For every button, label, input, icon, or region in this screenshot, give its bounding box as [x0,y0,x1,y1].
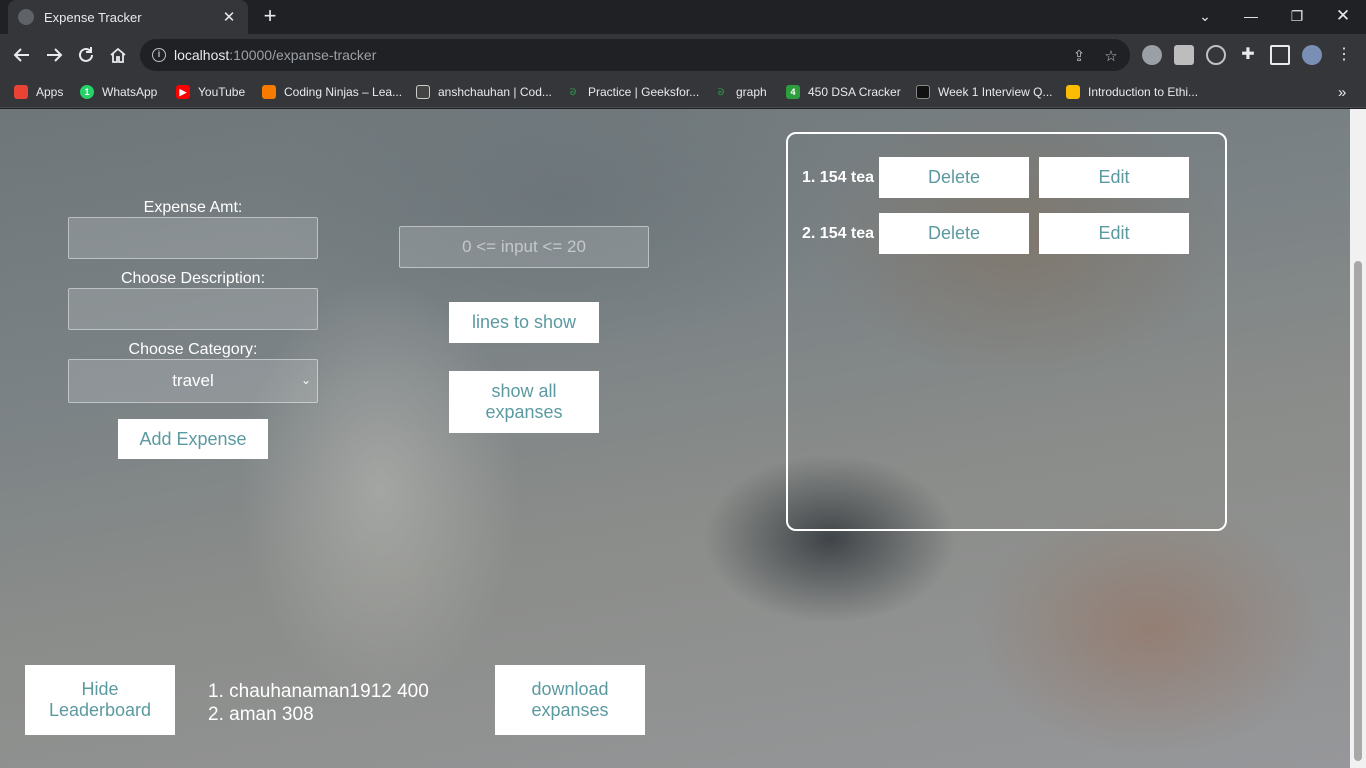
tab-search-icon[interactable]: ⌄ [1182,0,1228,32]
arrow-left-icon [13,48,29,62]
bookmark-star-icon[interactable]: ☆ [1102,47,1120,65]
category-select[interactable]: travel ⌄ [68,359,318,403]
category-label: Choose Category: [128,341,258,358]
reload-icon [79,47,93,62]
edit-expense-button[interactable]: Edit [1039,213,1189,254]
dsa-icon: 4 [786,85,800,99]
download-expenses-button[interactable]: download expanses [495,665,645,735]
chevron-down-icon: ⌄ [300,373,311,387]
page-viewport: Expense Amt: Choose Description: Choose … [0,109,1350,768]
show-all-expenses-button[interactable]: show all expanses [449,371,599,433]
kebab-menu-icon[interactable]: ⋮ [1334,45,1354,65]
bookmark-apps[interactable]: Apps [14,83,63,101]
close-tab-icon[interactable]: ✕ [220,8,238,26]
share-icon[interactable]: ⇪ [1070,47,1088,65]
bookmark-label: anshchauhan | Cod... [438,85,552,99]
expense-amount-field[interactable] [68,217,318,259]
bookmark-intro-ethics[interactable]: Introduction to Ethi... [1066,83,1198,101]
bookmark-label: 450 DSA Cracker [808,85,901,99]
lines-input-field[interactable] [399,226,649,268]
bookmark-graph[interactable]: ᘐ graph [714,83,767,101]
address-bar[interactable]: i localhost:10000/expanse-tracker ⇪ ☆ [140,39,1130,71]
gfg-icon: ᘐ [569,87,577,97]
info-icon[interactable]: i [152,48,166,62]
category-selected-value: travel [172,371,214,390]
bookmark-week1-interview[interactable]: Week 1 Interview Q... [916,83,1053,101]
tab-title: Expense Tracker [44,9,142,25]
bookmark-coding-ninjas[interactable]: Coding Ninjas – Lea... [262,83,402,101]
bookmark-whatsapp[interactable]: 1 WhatsApp [80,83,157,101]
tab-strip: Expense Tracker ✕ + ⌄ — ❐ ✕ [0,0,1366,34]
browser-toolbar: i localhost:10000/expanse-tracker ⇪ ☆ ✚ … [0,34,1366,76]
bookmark-label: graph [736,85,767,99]
gfg-icon: ᘐ [717,87,725,97]
minimize-button[interactable]: — [1228,0,1274,32]
expense-amount-label: Expense Amt: [143,199,243,216]
forward-button[interactable] [41,42,67,68]
react-devtools-icon[interactable] [1206,45,1226,65]
url-path: :10000/expanse-tracker [229,47,377,63]
restore-button[interactable]: ❐ [1274,0,1320,32]
leaderboard-entry: 2. aman 308 [208,704,314,725]
description-label: Choose Description: [120,270,266,287]
delete-expense-button[interactable]: Delete [879,213,1029,254]
bookmark-youtube[interactable]: ▶ YouTube [176,83,245,101]
add-expense-button[interactable]: Add Expense [118,419,268,459]
edit-expense-button[interactable]: Edit [1039,157,1189,198]
adblock-extension-icon[interactable] [1142,45,1162,65]
puzzle-extensions-icon[interactable]: ✚ [1238,45,1258,65]
arrow-right-icon [47,48,63,62]
globe-icon [18,9,34,25]
hide-leaderboard-button[interactable]: Hide Leaderboard [25,665,175,735]
expense-amount-input[interactable] [69,218,317,258]
bookmark-label: Practice | Geeksfor... [588,85,700,99]
description-input[interactable] [69,289,317,329]
close-window-button[interactable]: ✕ [1320,0,1366,32]
browser-tab[interactable]: Expense Tracker ✕ [8,0,248,34]
coding-ninjas-icon [262,85,276,99]
drive-icon [1066,85,1080,99]
home-icon [110,47,126,63]
url-host: localhost [174,47,230,63]
bookmark-codechef[interactable]: anshchauhan | Cod... [416,83,552,101]
bookmark-label: WhatsApp [102,85,158,99]
description-field[interactable] [68,288,318,330]
leaderboard-list: 1. chauhanaman1912 400 2. aman 308 [208,680,429,726]
lines-to-show-button[interactable]: lines to show [449,302,599,343]
codechef-icon [416,85,430,99]
new-tab-button[interactable]: + [258,5,282,29]
bookmarks-bar: Apps 1 WhatsApp ▶ YouTube Coding Ninjas … [0,76,1366,108]
side-panel-icon[interactable] [1270,45,1290,65]
bookmark-label: Apps [36,85,64,99]
bookmark-450-dsa[interactable]: 4 450 DSA Cracker [786,83,901,101]
back-button[interactable] [9,42,35,68]
reload-button[interactable] [73,42,99,68]
bookmark-label: Coding Ninjas – Lea... [284,85,403,99]
apps-grid-icon [14,85,28,99]
lines-count-input[interactable] [400,227,648,267]
leaderboard-entry: 1. chauhanaman1912 400 [208,681,429,702]
bookmark-label: YouTube [198,85,246,99]
home-button[interactable] [105,42,131,68]
youtube-icon: ▶ [176,85,190,99]
bookmarks-overflow-button[interactable]: » [1338,83,1346,101]
bookmark-geeksforgeeks[interactable]: ᘐ Practice | Geeksfor... [566,83,699,101]
bookmark-label: Week 1 Interview Q... [938,85,1053,99]
notion-icon [916,85,930,99]
scrollbar-thumb[interactable] [1354,261,1362,761]
bookmark-label: Introduction to Ethi... [1088,85,1199,99]
whatsapp-icon: 1 [80,85,94,99]
extension-icon[interactable] [1174,45,1194,65]
avatar[interactable] [1302,45,1322,65]
expense-item-text: 1. 154 tea [802,169,875,186]
page-scrollbar[interactable] [1350,109,1366,768]
expense-item-text: 2. 154 tea [802,225,875,242]
delete-expense-button[interactable]: Delete [879,157,1029,198]
